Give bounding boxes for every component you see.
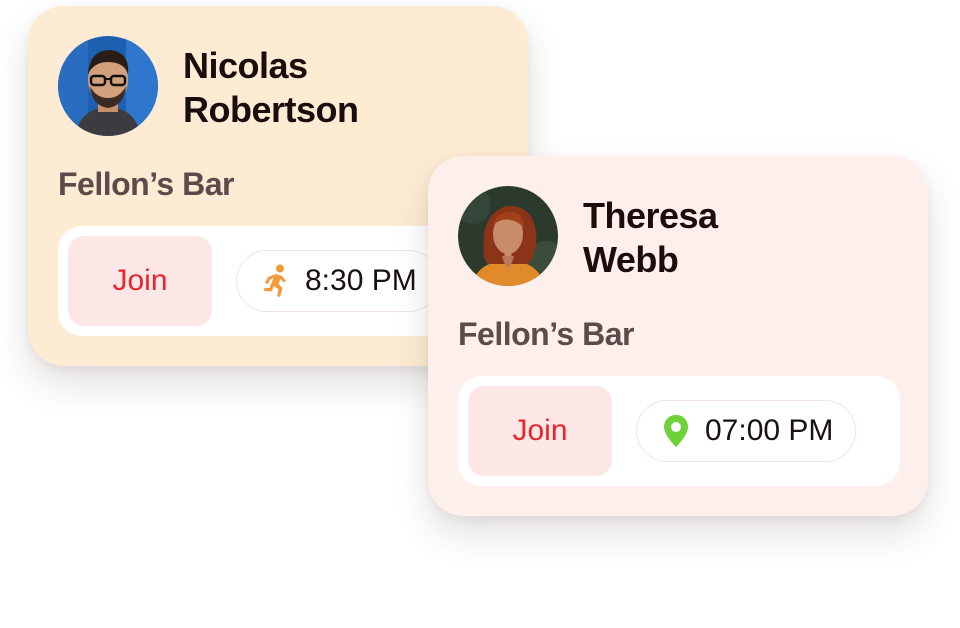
running-person-icon — [261, 264, 291, 298]
time-text: 8:30 PM — [305, 264, 417, 297]
invite-card-theresa: Theresa Webb Fellon’s Bar Join 07:00 PM — [428, 156, 928, 516]
location-pin-icon — [661, 414, 691, 448]
join-button[interactable]: Join — [468, 386, 612, 476]
last-name: Robertson — [183, 89, 359, 130]
person-name: Theresa Webb — [583, 194, 718, 282]
venue-name: Fellon’s Bar — [458, 316, 634, 352]
last-name: Webb — [583, 239, 679, 280]
person-name: Nicolas Robertson — [183, 44, 359, 132]
first-name: Nicolas — [183, 45, 308, 86]
time-text: 07:00 PM — [705, 414, 834, 447]
join-button[interactable]: Join — [68, 236, 212, 326]
time-pill: 8:30 PM — [236, 250, 440, 312]
time-pill: 07:00 PM — [636, 400, 857, 462]
avatar — [58, 36, 158, 136]
action-panel: Join 07:00 PM — [458, 376, 900, 486]
venue-name: Fellon’s Bar — [58, 166, 234, 202]
avatar — [458, 186, 558, 286]
first-name: Theresa — [583, 195, 718, 236]
